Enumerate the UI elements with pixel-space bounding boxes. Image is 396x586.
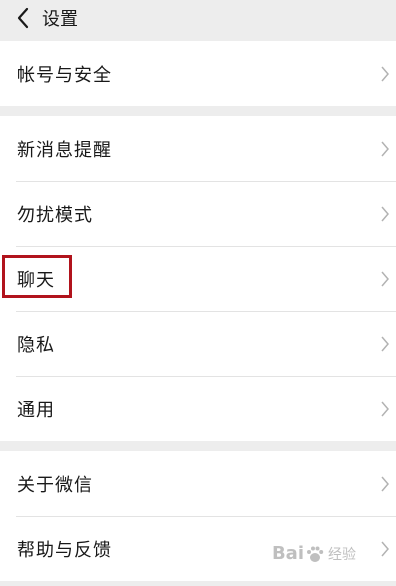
paw-icon	[307, 546, 324, 562]
row-label: 帮助与反馈	[17, 539, 112, 561]
row-label: 通用	[17, 399, 55, 421]
watermark-text-suffix: 经验	[328, 546, 356, 563]
settings-row-do-not-disturb[interactable]: 勿扰模式	[0, 181, 396, 246]
baidu-watermark: Bai 经验	[272, 543, 356, 564]
row-label: 新消息提醒	[17, 139, 112, 161]
chevron-right-icon	[381, 271, 389, 286]
row-label: 关于微信	[17, 474, 93, 496]
row-label: 隐私	[17, 334, 55, 356]
chevron-right-icon	[381, 336, 389, 351]
chevron-right-icon	[381, 541, 389, 556]
chevron-right-icon	[381, 141, 389, 156]
chevron-right-icon	[381, 66, 389, 81]
page-title: 设置	[42, 9, 78, 30]
chevron-right-icon	[381, 206, 389, 221]
settings-row-chat[interactable]: 聊天	[0, 246, 396, 311]
watermark-text-prefix: Bai	[271, 543, 304, 564]
row-label: 勿扰模式	[17, 204, 93, 226]
settings-row-general[interactable]: 通用	[0, 376, 396, 441]
back-button[interactable]	[10, 4, 36, 32]
row-label: 聊天	[17, 269, 55, 291]
row-label: 帐号与安全	[17, 64, 112, 86]
settings-row-about-wechat[interactable]: 关于微信	[0, 451, 396, 516]
settings-group-account: 帐号与安全	[0, 41, 396, 106]
settings-row-account-security[interactable]: 帐号与安全	[0, 41, 396, 106]
settings-row-privacy[interactable]: 隐私	[0, 311, 396, 376]
chevron-right-icon	[381, 401, 389, 416]
chevron-left-icon	[17, 7, 29, 29]
settings-row-new-message-alerts[interactable]: 新消息提醒	[0, 116, 396, 181]
nav-bar: 设置	[0, 0, 396, 36]
settings-group-general: 新消息提醒 勿扰模式 聊天 隐私 通用	[0, 116, 396, 441]
chevron-right-icon	[381, 476, 389, 491]
